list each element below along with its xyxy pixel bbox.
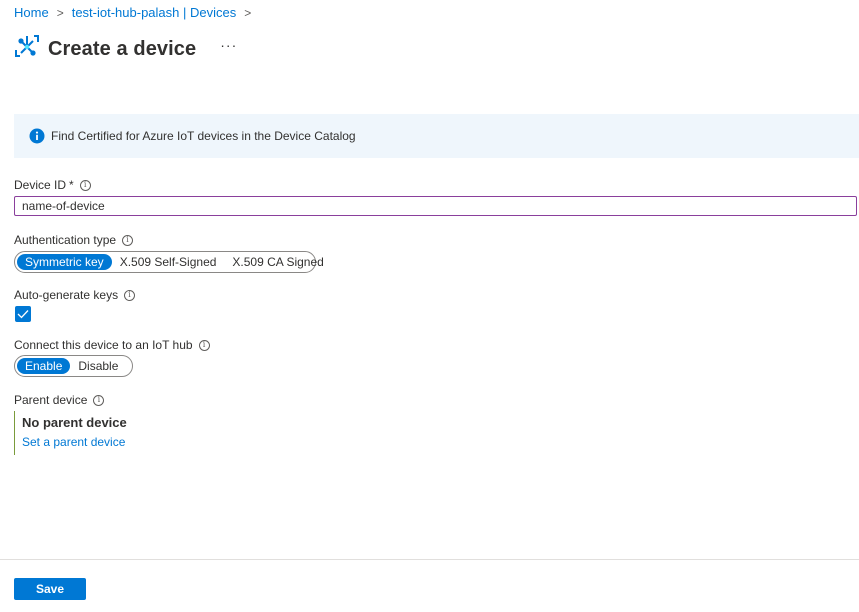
- connect-option-disable[interactable]: Disable: [70, 358, 126, 374]
- required-mark: *: [69, 178, 74, 192]
- device-id-label-text: Device ID: [14, 178, 67, 192]
- info-banner-text: Find Certified for Azure IoT devices in …: [51, 129, 356, 143]
- auth-type-label: Authentication type i: [14, 233, 134, 247]
- device-id-label: Device ID * i: [14, 178, 91, 192]
- info-tooltip-icon[interactable]: i: [198, 339, 210, 351]
- parent-device-block: No parent device Set a parent device: [14, 411, 127, 455]
- connect-option-enable[interactable]: Enable: [17, 358, 71, 374]
- info-tooltip-icon[interactable]: i: [122, 234, 134, 246]
- save-button[interactable]: Save: [14, 578, 86, 600]
- connect-hub-toggle: Enable Disable: [14, 355, 133, 377]
- set-parent-device-link[interactable]: Set a parent device: [22, 435, 127, 449]
- info-tooltip-icon[interactable]: i: [79, 179, 91, 191]
- breadcrumb-hub-link[interactable]: test-iot-hub-palash | Devices: [72, 5, 237, 20]
- info-tooltip-icon[interactable]: i: [93, 394, 105, 406]
- connect-hub-label: Connect this device to an IoT hub i: [14, 338, 210, 352]
- page-header: Create a device ···: [14, 32, 237, 67]
- auth-type-toggle: Symmetric key X.509 Self-Signed X.509 CA…: [14, 251, 324, 273]
- checkmark-icon: [17, 310, 29, 319]
- auth-type-label-text: Authentication type: [14, 233, 117, 247]
- info-icon: [29, 128, 45, 144]
- chevron-right-icon: >: [56, 5, 64, 20]
- chevron-right-icon: >: [244, 5, 252, 20]
- page-title: Create a device: [48, 38, 197, 60]
- breadcrumb-home-link[interactable]: Home: [14, 5, 49, 20]
- parent-device-label-text: Parent device: [14, 393, 88, 407]
- auto-generate-checkbox[interactable]: [15, 306, 31, 322]
- auto-generate-label-text: Auto-generate keys: [14, 288, 119, 302]
- footer-divider: [0, 559, 859, 560]
- more-options-button[interactable]: ···: [220, 37, 237, 53]
- auto-generate-label: Auto-generate keys i: [14, 288, 136, 302]
- parent-device-value: No parent device: [22, 415, 127, 430]
- iot-device-icon: [14, 32, 40, 67]
- parent-device-label: Parent device i: [14, 393, 105, 407]
- breadcrumb: Home > test-iot-hub-palash | Devices >: [14, 5, 259, 20]
- device-id-input[interactable]: name-of-device: [14, 196, 857, 216]
- auth-option-x509-ca-signed[interactable]: X.509 CA Signed: [224, 254, 331, 270]
- info-tooltip-icon[interactable]: i: [124, 289, 136, 301]
- info-banner: Find Certified for Azure IoT devices in …: [14, 114, 859, 158]
- auth-option-x509-self-signed[interactable]: X.509 Self-Signed: [112, 254, 225, 270]
- connect-hub-label-text: Connect this device to an IoT hub: [14, 338, 193, 352]
- auth-option-symmetric-key[interactable]: Symmetric key: [17, 254, 112, 270]
